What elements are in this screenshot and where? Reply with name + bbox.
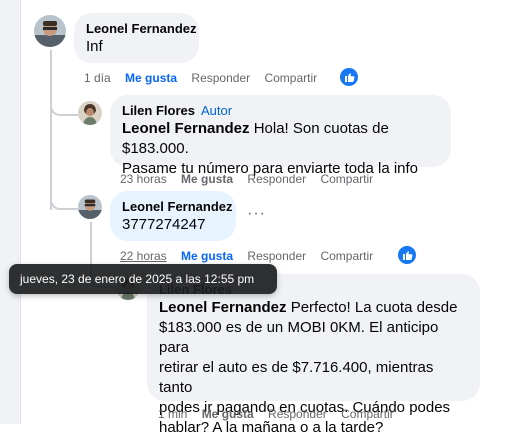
reply-button[interactable]: Responder xyxy=(191,71,250,85)
share-button[interactable]: Compartir xyxy=(341,407,394,421)
reply-bubble: Lilen Flores Autor Leonel Fernandez Hola!… xyxy=(110,95,451,177)
thread-elbow-reply-1 xyxy=(50,96,78,116)
like-reaction-icon[interactable] xyxy=(398,246,416,264)
reply-author[interactable]: Leonel Fernandez xyxy=(122,198,233,215)
like-reaction-icon[interactable] xyxy=(340,68,358,86)
like-button[interactable]: Me gusta xyxy=(181,172,233,186)
more-options-icon[interactable]: ··· xyxy=(247,205,266,223)
like-button[interactable]: Me gusta xyxy=(202,407,254,421)
reply-button[interactable]: Responder xyxy=(247,249,306,263)
profile-photo-icon xyxy=(34,15,66,47)
reply-author: Lilen Flores Autor xyxy=(122,102,439,119)
share-button[interactable]: Compartir xyxy=(320,172,373,186)
like-button[interactable]: Me gusta xyxy=(125,71,177,85)
reply-button[interactable]: Responder xyxy=(247,172,306,186)
comment-time[interactable]: 23 horas xyxy=(120,172,167,186)
reply-actions: 23 horas Me gusta Responder Compartir xyxy=(120,171,384,187)
comment-time[interactable]: 1 día xyxy=(84,71,111,85)
avatar-leonel-fernandez[interactable] xyxy=(78,195,102,219)
profile-photo-icon xyxy=(78,195,102,219)
left-panel-edge xyxy=(0,0,20,424)
timestamp-tooltip: jueves, 23 de enero de 2025 a las 12:55 … xyxy=(9,264,277,294)
like-button[interactable]: Me gusta xyxy=(181,249,233,263)
nested-reply-line-1: Perfecto! La cuota desde xyxy=(286,299,458,316)
mention-link[interactable]: Leonel Fernandez xyxy=(122,120,250,137)
nested-reply-line-3: retirar el auto es de $7.716.400, mientr… xyxy=(159,359,434,396)
mention-link[interactable]: Leonel Fernandez xyxy=(159,299,287,316)
reply-bubble: Leonel Fernandez 3777274247 xyxy=(110,191,236,241)
reply-text: 3777274247 xyxy=(122,216,206,233)
nested-reply-actions: 1 min Me gusta Responder Compartir xyxy=(158,406,405,422)
avatar-lilen-flores[interactable] xyxy=(78,101,102,125)
share-button[interactable]: Compartir xyxy=(320,249,373,263)
comment-text: Inf xyxy=(86,38,103,55)
reply-button[interactable]: Responder xyxy=(268,407,327,421)
reply-text: Leonel Fernandez Hola! Son cuotas de $18… xyxy=(122,119,439,179)
comment-bubble: Leonel Fernandez Inf xyxy=(74,13,199,63)
share-button[interactable]: Compartir xyxy=(264,71,317,85)
nested-reply-line-2: $183.000 es de un MOBI 0KM. El anticipo … xyxy=(159,319,439,356)
author-badge: Autor xyxy=(200,103,233,118)
comment-time[interactable]: 1 min xyxy=(158,407,187,421)
thread-elbow-reply-2 xyxy=(50,190,78,210)
comment-author[interactable]: Leonel Fernandez xyxy=(86,20,197,37)
reply-author-name[interactable]: Lilen Flores xyxy=(122,103,195,118)
comment-actions: 1 día Me gusta Responder Compartir xyxy=(84,70,328,86)
thread-line-main xyxy=(50,50,52,210)
comment-time[interactable]: 22 horas xyxy=(120,249,167,263)
panel-divider xyxy=(20,0,21,424)
profile-photo-icon xyxy=(78,101,102,125)
avatar-leonel-fernandez[interactable] xyxy=(34,15,66,47)
reply-actions: 22 horas Me gusta Responder Compartir xyxy=(120,248,384,264)
